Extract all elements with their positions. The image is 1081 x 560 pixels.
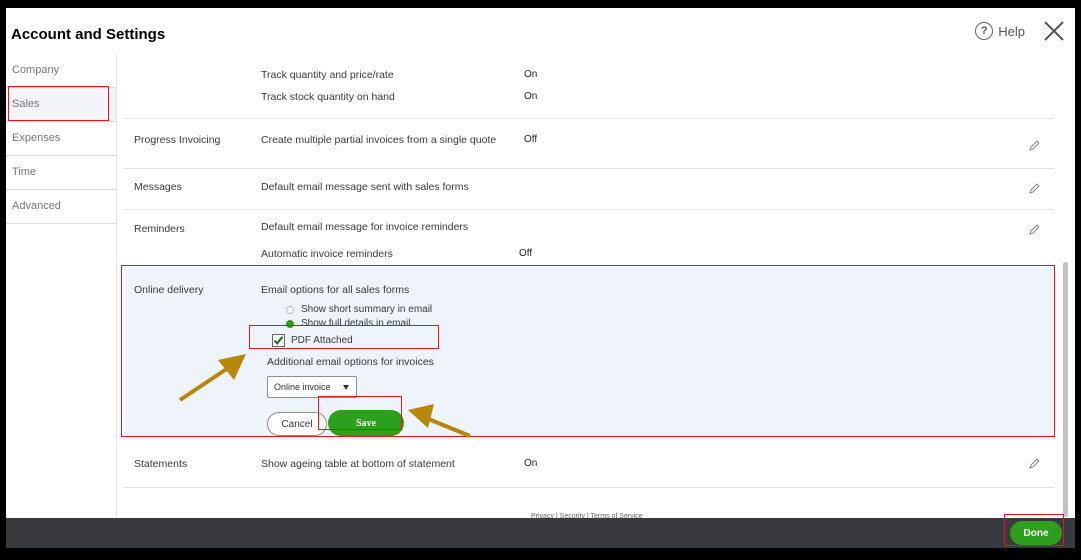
- done-button[interactable]: Done: [1010, 521, 1062, 545]
- statements-value: On: [524, 458, 538, 469]
- cancel-button[interactable]: Cancel: [267, 412, 327, 436]
- track-qty-label: Track quantity and price/rate: [261, 69, 394, 81]
- sidebar-item-label: Expenses: [12, 132, 61, 144]
- settings-content: Track quantity and price/rate On Track s…: [124, 54, 1054, 526]
- row-divider: [124, 118, 1054, 119]
- caret-down-icon: [343, 385, 349, 390]
- dialog-title: Account and Settings: [11, 26, 166, 43]
- content-scrollbar[interactable]: [1063, 58, 1069, 526]
- email-options-label: Email options for all sales forms: [261, 284, 410, 296]
- reminders-section: Reminders: [134, 223, 185, 235]
- online-delivery-panel: Online delivery Email options for all sa…: [124, 268, 1054, 440]
- invoice-option-select-value: Online invoice: [274, 382, 331, 392]
- dialog-header: Account and Settings ? Help: [6, 8, 1075, 54]
- sidebar-divider: [116, 54, 117, 526]
- help-label: Help: [998, 23, 1025, 39]
- settings-sidebar: Company Sales Expenses Time Advanced: [6, 54, 117, 526]
- progress-invoicing-value: Off: [524, 134, 538, 145]
- reminders-label: Default email message for invoice remind…: [261, 221, 469, 233]
- edit-pencil-icon[interactable]: [1028, 183, 1040, 195]
- edit-pencil-icon[interactable]: [1028, 458, 1040, 470]
- help-circle-icon: ?: [975, 22, 994, 40]
- sidebar-item-time[interactable]: Time: [6, 156, 116, 190]
- sidebar-item-label: Sales: [12, 98, 40, 110]
- auto-reminders-label: Automatic invoice reminders: [261, 248, 393, 260]
- pdf-attached-label: PDF Attached: [291, 335, 353, 346]
- sidebar-item-advanced[interactable]: Advanced: [6, 190, 116, 224]
- sidebar-item-label: Time: [12, 166, 37, 178]
- bottom-action-bar: [6, 518, 1075, 548]
- invoice-option-select[interactable]: Online invoice: [267, 376, 357, 398]
- radio-short-summary[interactable]: [286, 306, 294, 314]
- messages-label: Default email message sent with sales fo…: [261, 181, 469, 193]
- progress-invoicing-label: Create multiple partial invoices from a …: [261, 134, 497, 146]
- track-stock-value: On: [524, 91, 538, 102]
- auto-reminders-value: Off: [519, 248, 533, 259]
- sidebar-item-label: Advanced: [12, 200, 61, 212]
- checkmark-icon: [273, 336, 284, 346]
- sidebar-item-label: Company: [12, 64, 60, 76]
- sidebar-item-sales[interactable]: Sales: [6, 88, 116, 122]
- pdf-attached-checkbox[interactable]: [272, 334, 285, 347]
- scroll-thumb[interactable]: [1063, 262, 1068, 517]
- help-link[interactable]: ? Help: [975, 22, 1025, 40]
- radio-full-details-label: Show full details in email: [301, 318, 411, 329]
- progress-invoicing-section: Progress Invoicing: [134, 134, 221, 146]
- additional-options-label: Additional email options for invoices: [267, 356, 434, 368]
- statements-section: Statements: [134, 458, 188, 470]
- settings-dialog: Account and Settings ? Help Company Sale…: [6, 8, 1075, 548]
- edit-pencil-icon[interactable]: [1028, 140, 1040, 152]
- track-qty-value: On: [524, 69, 538, 80]
- sidebar-item-company[interactable]: Company: [6, 54, 116, 88]
- save-button[interactable]: Save: [328, 410, 404, 436]
- radio-short-summary-label: Show short summary in email: [301, 304, 433, 315]
- row-divider: [124, 168, 1054, 169]
- row-divider: [124, 487, 1054, 488]
- row-divider: [124, 209, 1054, 210]
- track-stock-label: Track stock quantity on hand: [261, 91, 395, 103]
- online-delivery-section: Online delivery: [134, 284, 204, 296]
- radio-full-details[interactable]: [286, 320, 294, 328]
- edit-pencil-icon[interactable]: [1028, 224, 1040, 236]
- sidebar-item-expenses[interactable]: Expenses: [6, 122, 116, 156]
- statements-label: Show ageing table at bottom of statement: [261, 458, 455, 470]
- messages-section: Messages: [134, 181, 182, 193]
- close-icon[interactable]: [1043, 20, 1065, 42]
